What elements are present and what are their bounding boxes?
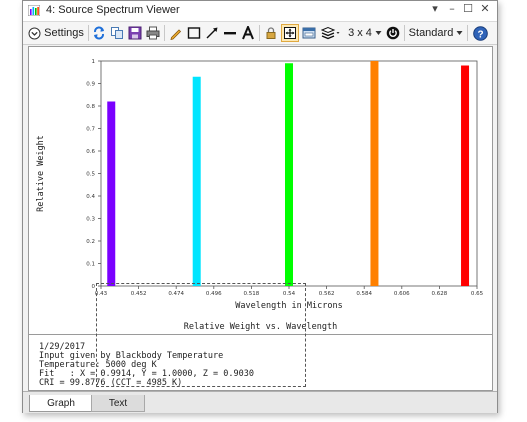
layers-icon xyxy=(321,26,340,40)
spectrum-bar xyxy=(285,63,293,286)
save-icon[interactable] xyxy=(127,24,143,42)
x-tick-label: 0.54 xyxy=(283,291,296,297)
chevron-circle-icon xyxy=(28,27,41,39)
arrow-tool-icon[interactable] xyxy=(204,24,220,42)
refresh-icon[interactable] xyxy=(91,24,107,42)
spectrum-bar xyxy=(192,76,201,286)
toolbar-separator xyxy=(259,25,260,41)
line-tool-icon[interactable] xyxy=(222,24,238,42)
y-tick-label: 0.7 xyxy=(86,127,95,133)
settings-button[interactable]: Settings xyxy=(27,24,85,42)
info-text-panel: 1/29/2017 Input given by Blackbody Tempe… xyxy=(28,335,493,391)
maximize-button[interactable]: ☐ xyxy=(461,2,475,15)
info-cri: CRI = 99.8776 (CCT = 4985 K) xyxy=(39,378,183,388)
y-tick-label: 0.3 xyxy=(86,217,95,223)
x-tick-label: 0.474 xyxy=(168,291,184,297)
settings-label: Settings xyxy=(44,27,84,39)
pencil-icon[interactable] xyxy=(168,24,184,42)
y-tick-label: 0 xyxy=(92,284,96,290)
y-tick-label: 0.8 xyxy=(86,104,95,110)
x-tick-label: 0.496 xyxy=(206,291,222,297)
toolbar-separator xyxy=(164,25,165,41)
mode-label: Standard xyxy=(408,27,454,39)
print-icon[interactable] xyxy=(145,24,161,42)
x-axis-label: Wavelength in Microns xyxy=(235,301,342,311)
rectangle-tool-icon[interactable] xyxy=(186,24,202,42)
toolbar-separator xyxy=(88,25,89,41)
view-tabs: Graph Text xyxy=(23,391,497,413)
grid-layout-dropdown[interactable]: 3 x 4 xyxy=(347,24,383,42)
toolbar-separator xyxy=(404,25,405,41)
y-tick-label: 0.1 xyxy=(86,262,95,268)
title-bar[interactable]: 4: Source Spectrum Viewer ▾ – ☐ ✕ xyxy=(23,1,497,22)
spectrum-bar xyxy=(107,101,116,286)
spectrum-chart[interactable]: 0 0.1 0.2 0.3 0.4 0.5 0.6 0.7 0.8 0.9 1 0.43 0.452 0.… xyxy=(28,46,493,324)
help-icon[interactable]: ? xyxy=(471,24,489,42)
minimize-button[interactable]: – xyxy=(445,2,459,15)
chart-title: Relative Weight vs. Wavelength xyxy=(183,322,338,332)
x-tick-label: 0.628 xyxy=(432,291,448,297)
grid-layout-label: 3 x 4 xyxy=(348,27,372,39)
chart-title-bar: Relative Weight vs. Wavelength xyxy=(28,322,493,335)
chevron-down-icon xyxy=(375,31,382,35)
y-tick-label: 1 xyxy=(92,59,96,65)
spectrum-bar xyxy=(370,61,379,286)
y-tick-label: 0.6 xyxy=(86,149,95,155)
autoscale-button[interactable] xyxy=(281,24,299,42)
power-icon[interactable] xyxy=(385,24,401,42)
spectrum-plot: 0 0.1 0.2 0.3 0.4 0.5 0.6 0.7 0.8 0.9 1 0.43 0.452 0.… xyxy=(36,59,484,311)
x-tick-label: 0.518 xyxy=(244,291,260,297)
tab-graph[interactable]: Graph xyxy=(29,395,93,412)
toolbar: Settings 3 x 4 Standard ? xyxy=(23,22,497,45)
copy-icon[interactable] xyxy=(109,24,125,42)
x-tick-label: 0.562 xyxy=(319,291,335,297)
tab-text[interactable]: Text xyxy=(91,395,145,412)
y-tick-label: 0.4 xyxy=(86,194,95,200)
window-title: 4: Source Spectrum Viewer xyxy=(46,4,180,16)
text-tool-icon[interactable] xyxy=(240,24,256,42)
fit-to-window-icon xyxy=(284,27,296,39)
y-tick-label: 0.9 xyxy=(86,82,95,88)
standard-mode-dropdown[interactable]: Standard xyxy=(407,24,465,42)
svg-text:?: ? xyxy=(477,29,483,40)
toolbar-separator xyxy=(467,25,468,41)
spectrum-bar xyxy=(461,65,470,286)
source-spectrum-viewer-window: 4: Source Spectrum Viewer ▾ – ☐ ✕ Settin… xyxy=(22,0,498,413)
x-tick-label: 0.452 xyxy=(131,291,147,297)
layers-dropdown[interactable] xyxy=(319,24,343,42)
lock-icon[interactable] xyxy=(263,24,279,42)
y-axis-label: Relative Weight xyxy=(36,135,46,212)
window-layout-icon[interactable] xyxy=(301,24,317,42)
chevron-down-icon xyxy=(456,31,463,35)
y-tick-label: 0.2 xyxy=(86,239,95,245)
x-tick-label: 0.584 xyxy=(356,291,372,297)
y-tick-label: 0.5 xyxy=(86,172,95,178)
x-tick-label: 0.65 xyxy=(471,291,484,297)
close-button[interactable]: ✕ xyxy=(478,2,492,15)
x-tick-label: 0.43 xyxy=(95,291,108,297)
x-tick-label: 0.606 xyxy=(394,291,410,297)
window-menu-dropdown-icon[interactable]: ▾ xyxy=(428,2,442,15)
spectrum-app-icon xyxy=(28,5,40,16)
